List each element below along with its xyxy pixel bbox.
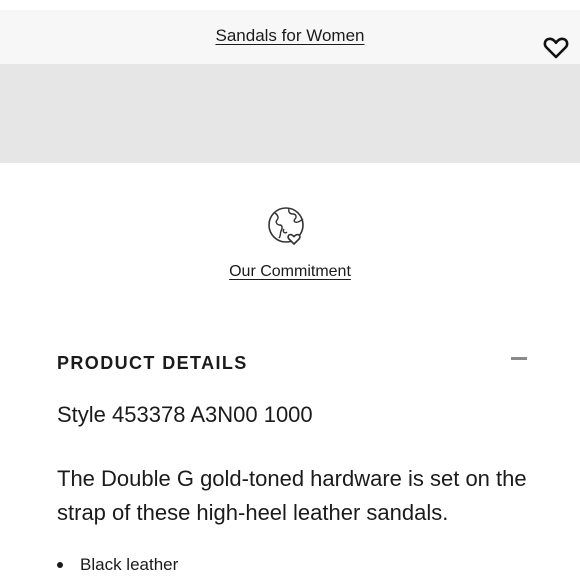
product-description: The Double G gold-toned hardware is set … bbox=[57, 466, 527, 525]
list-item: Black leather bbox=[57, 555, 178, 575]
heart-icon[interactable] bbox=[543, 36, 569, 60]
product-image-placeholder bbox=[0, 64, 580, 163]
our-commitment-link[interactable]: Our Commitment bbox=[0, 263, 580, 281]
breadcrumb-link-sandals[interactable]: Sandals for Women bbox=[0, 26, 580, 46]
feature-list: Black leather bbox=[57, 555, 178, 575]
feature-text: Black leather bbox=[80, 555, 179, 574]
product-details-heading[interactable]: PRODUCT DETAILS bbox=[57, 353, 248, 374]
bullet-icon bbox=[57, 562, 63, 568]
top-bar: Sandals for Women bbox=[0, 10, 580, 64]
style-number: Style 453378 A3N00 1000 bbox=[57, 402, 313, 427]
globe-heart-icon bbox=[267, 205, 307, 247]
minus-icon[interactable] bbox=[511, 357, 527, 360]
